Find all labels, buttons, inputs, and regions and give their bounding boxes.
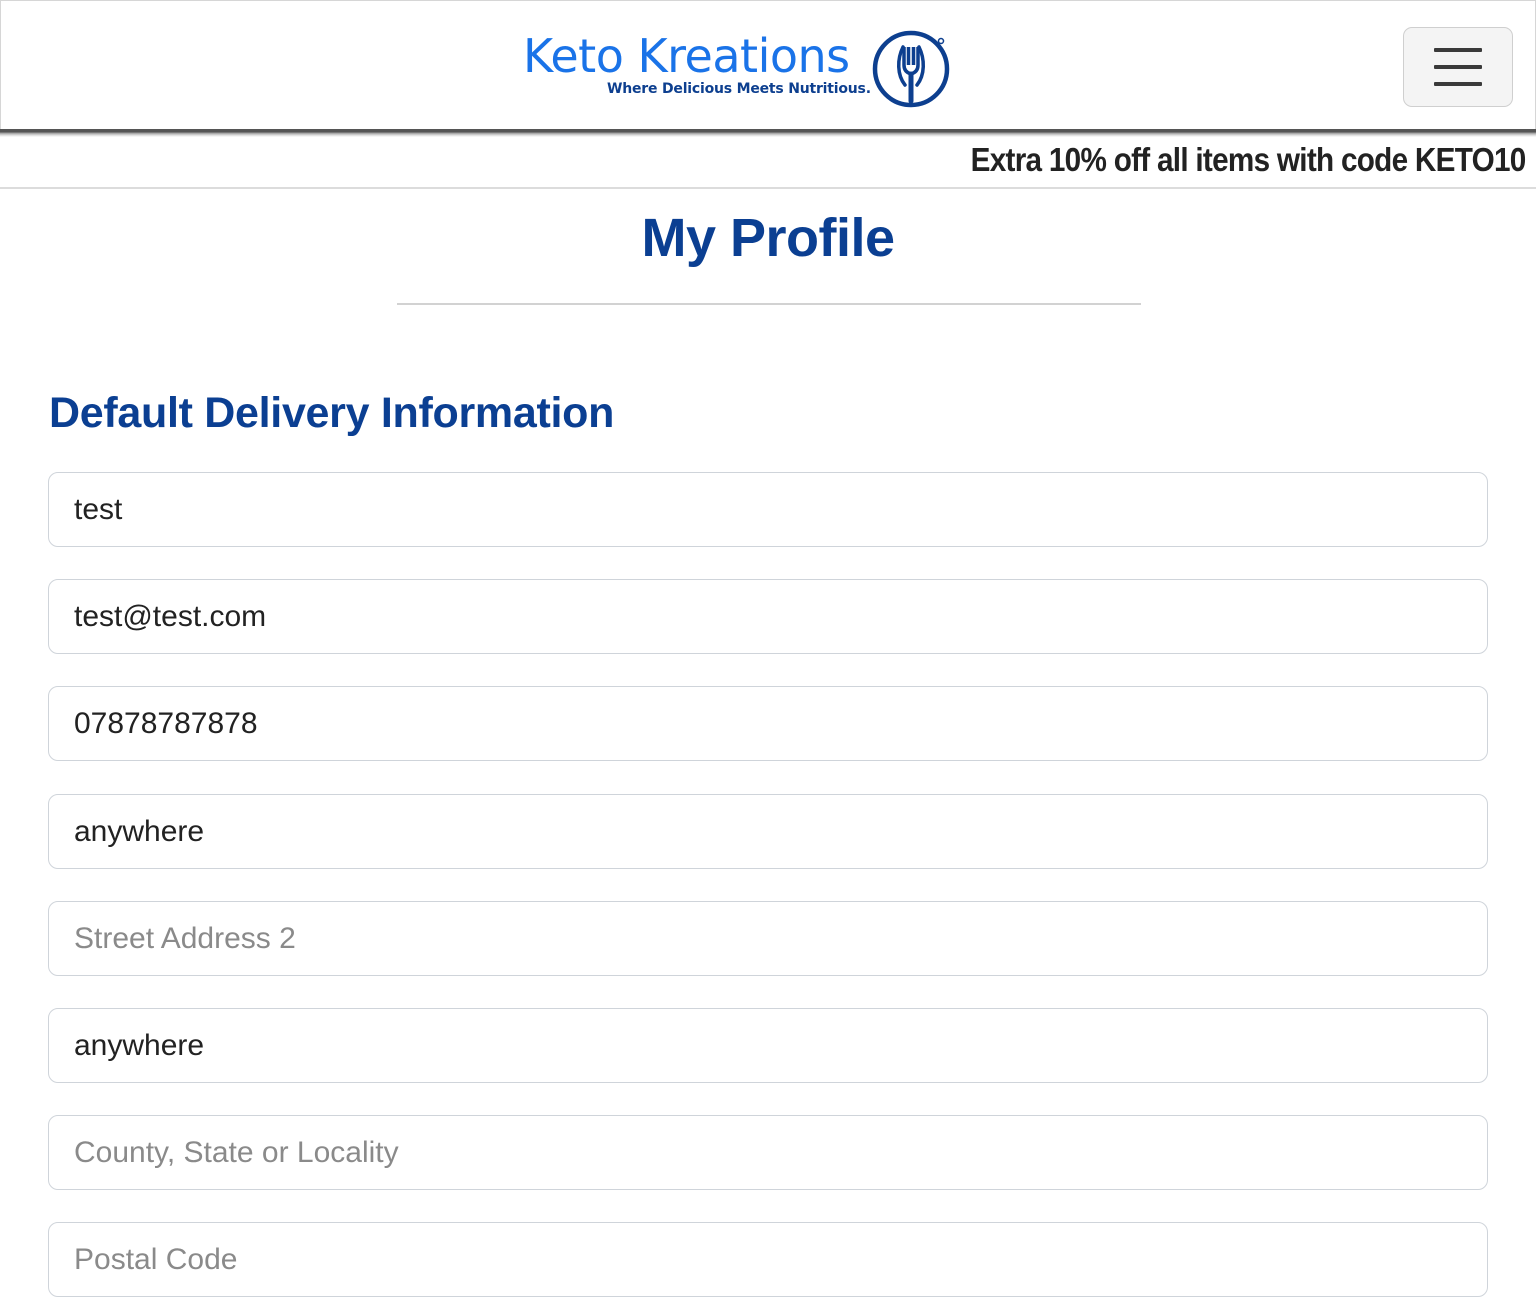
street-address-2-field[interactable] — [48, 901, 1488, 976]
logo-name: Keto Kreations — [523, 29, 850, 83]
promo-text: Extra 10% off all items with code KETO10 — [971, 141, 1527, 178]
hamburger-menu-icon — [1434, 48, 1482, 52]
section-title: Default Delivery Information — [49, 389, 615, 437]
town-city-field[interactable] — [48, 1008, 1488, 1083]
page-title: My Profile — [641, 208, 895, 268]
promo-banner: Extra 10% off all items with code KETO10 — [0, 137, 1536, 189]
menu-toggle-button[interactable] — [1403, 27, 1513, 107]
header-divider — [0, 129, 1536, 137]
county-field[interactable] — [48, 1115, 1488, 1190]
fork-plate-icon — [872, 30, 950, 108]
hamburger-menu-icon — [1434, 82, 1482, 86]
email-field[interactable] — [48, 579, 1488, 654]
phone-number-field[interactable] — [48, 686, 1488, 761]
title-divider — [397, 303, 1141, 305]
site-logo[interactable]: Keto Kreations Where Delicious Meets Nut… — [521, 25, 957, 111]
postal-code-field[interactable] — [48, 1222, 1488, 1297]
logo-tagline: Where Delicious Meets Nutritious. — [607, 81, 871, 97]
site-header: Keto Kreations Where Delicious Meets Nut… — [0, 0, 1536, 133]
hamburger-menu-icon — [1434, 65, 1482, 69]
street-address-1-field[interactable] — [48, 794, 1488, 869]
full-name-field[interactable] — [48, 472, 1488, 547]
